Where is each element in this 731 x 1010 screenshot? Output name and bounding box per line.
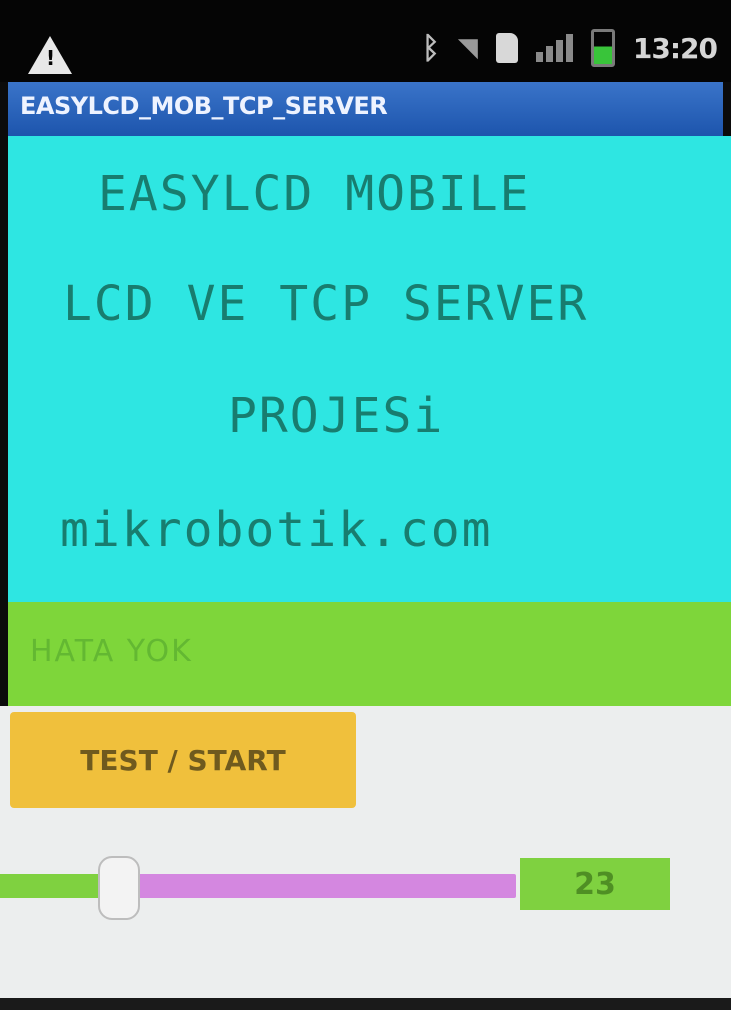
lcd-display: EASYLCD MOBILE LCD VE TCP SERVER PROJESi…: [8, 136, 731, 602]
status-message-bar: HATA YOK: [8, 602, 731, 706]
status-bar: ᛒ ◥ 13:20: [0, 0, 731, 82]
battery-icon: [590, 29, 615, 67]
app-title-bar: EASYLCD_MOB_TCP_SERVER: [8, 82, 723, 136]
wifi-icon: ◥: [457, 33, 478, 63]
control-panel: TEST / START 23: [0, 706, 731, 998]
signal-icon: [535, 34, 573, 62]
lcd-line-1: EASYLCD MOBILE: [98, 166, 531, 222]
lcd-line-3: PROJESi: [228, 388, 445, 444]
status-icons: ᛒ ◥ 13:20: [421, 28, 718, 68]
bluetooth-icon: ᛒ: [421, 30, 440, 66]
status-message: HATA YOK: [30, 634, 193, 669]
lcd-line-2: LCD VE TCP SERVER: [63, 276, 589, 332]
warning-icon: [28, 36, 72, 74]
test-start-button[interactable]: TEST / START: [10, 712, 356, 808]
status-time: 13:20: [632, 31, 718, 65]
slider-value-display: 23: [520, 858, 670, 910]
value-slider[interactable]: [0, 856, 516, 920]
screen-bottom-edge: [0, 998, 731, 1010]
app-title: EASYLCD_MOB_TCP_SERVER: [20, 92, 388, 120]
slider-thumb[interactable]: [98, 856, 140, 920]
lcd-line-4: mikrobotik.com: [60, 502, 493, 558]
sd-card-icon: [495, 33, 518, 63]
